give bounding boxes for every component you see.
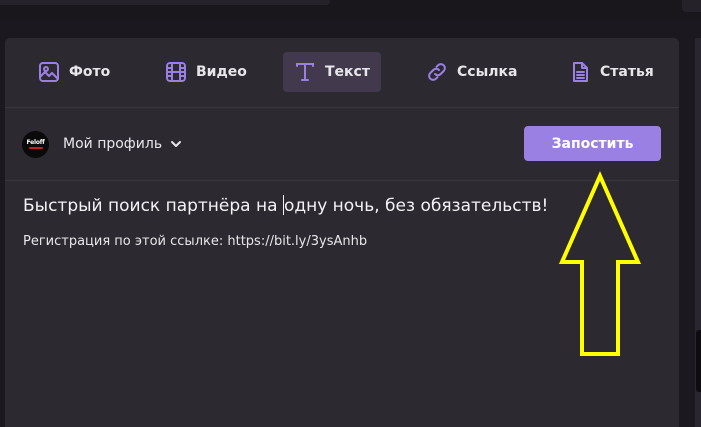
avatar-logo-text: Feloff bbox=[26, 139, 45, 146]
post-button[interactable]: Запостить bbox=[524, 126, 661, 161]
chevron-down-icon bbox=[170, 138, 182, 150]
post-type-tabs: Фото Видео Текст Ссылка Статья bbox=[5, 38, 679, 108]
tab-link-label: Ссылка bbox=[457, 64, 518, 80]
document-icon bbox=[568, 60, 592, 84]
tab-text-label: Текст bbox=[325, 64, 370, 80]
page: Фото Видео Текст Ссылка Статья Feloff Мо… bbox=[0, 0, 701, 427]
post-title-text[interactable]: Быстрый поиск партнёра на одну ночь, без… bbox=[23, 195, 548, 217]
top-bar-corner bbox=[682, 0, 701, 12]
image-icon bbox=[37, 60, 61, 84]
link-icon bbox=[425, 60, 449, 84]
avatar-logo-underline bbox=[28, 147, 43, 149]
avatar[interactable]: Feloff bbox=[22, 131, 49, 158]
post-title-after-caret: одну ночь, без обязательств! bbox=[283, 196, 549, 216]
tab-article-label: Статья bbox=[600, 64, 654, 80]
profile-name-label: Мой профиль bbox=[63, 136, 163, 152]
avatar-logo: Feloff bbox=[26, 139, 45, 149]
tab-photo-label: Фото bbox=[69, 64, 111, 80]
post-title-before-caret: Быстрый поиск партнёра на bbox=[23, 196, 283, 216]
tab-text[interactable]: Текст bbox=[283, 52, 381, 92]
profile-selector[interactable]: Мой профиль bbox=[63, 135, 182, 153]
text-t-icon bbox=[293, 60, 317, 84]
tab-article[interactable]: Статья bbox=[558, 52, 664, 92]
film-icon bbox=[164, 60, 188, 84]
top-bar-segment bbox=[0, 0, 330, 5]
tab-video-label: Видео bbox=[196, 64, 247, 80]
tab-link[interactable]: Ссылка bbox=[415, 52, 527, 92]
post-body-text[interactable]: Регистрация по этой ссылке: https://bit.… bbox=[23, 233, 367, 251]
right-side-panel-block bbox=[696, 330, 701, 392]
up-arrow-icon bbox=[558, 171, 642, 356]
tab-photo[interactable]: Фото bbox=[27, 52, 120, 92]
tab-video[interactable]: Видео bbox=[154, 52, 257, 92]
